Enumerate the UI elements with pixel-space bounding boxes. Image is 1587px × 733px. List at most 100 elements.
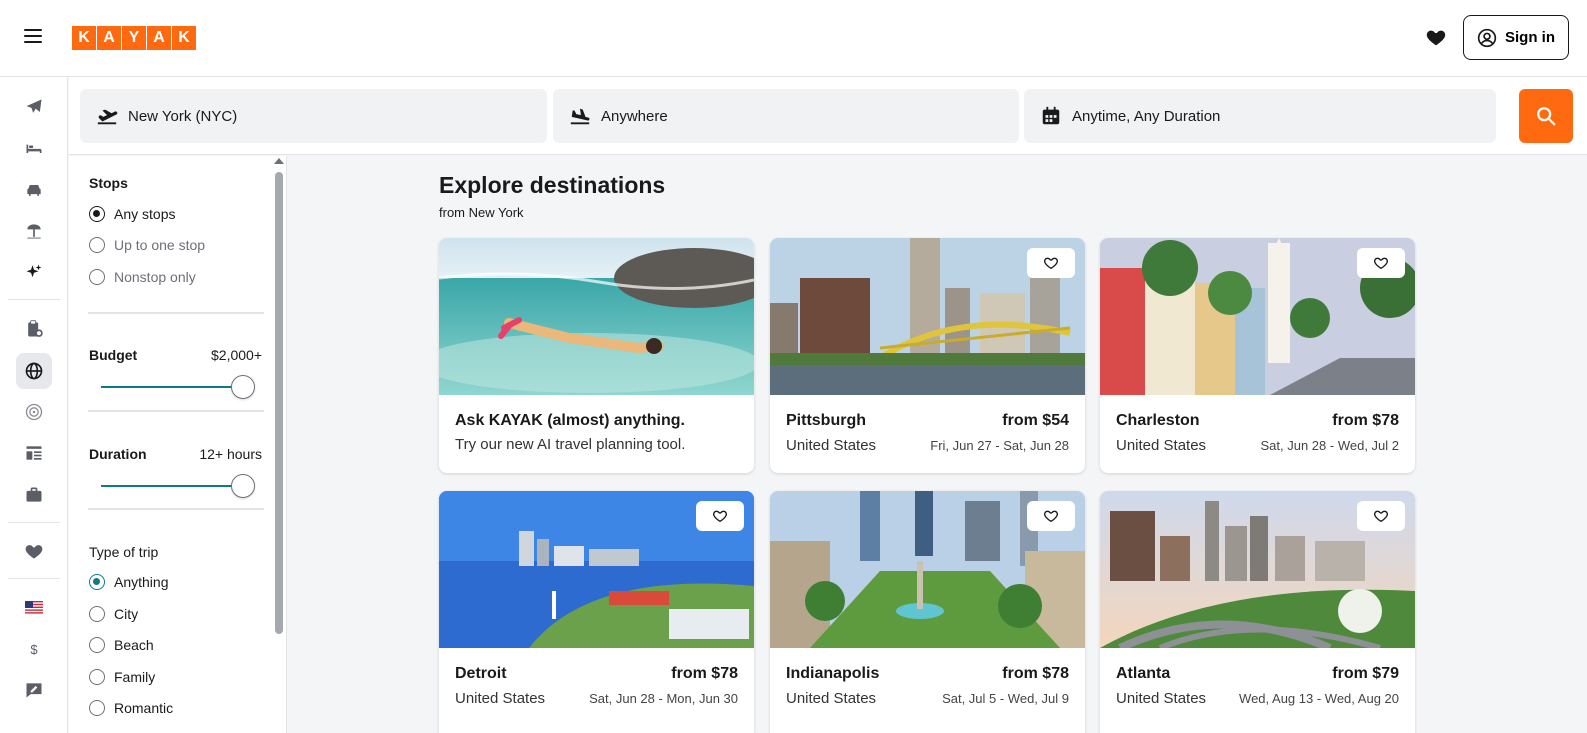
duration-slider-track[interactable] bbox=[101, 485, 243, 487]
sign-in-label: Sign in bbox=[1505, 29, 1555, 46]
plane-landing-icon bbox=[570, 108, 590, 125]
stops-option-any[interactable]: Any stops bbox=[89, 206, 175, 222]
logo-letter: Y bbox=[122, 26, 146, 50]
promo-description: Try our new AI travel planning tool. bbox=[455, 436, 686, 453]
destination-city: Charleston bbox=[1116, 412, 1200, 429]
destination-dates: Wed, Aug 13 - Wed, Aug 20 bbox=[1239, 691, 1399, 706]
destination-dates: Sat, Jun 28 - Wed, Jul 2 bbox=[1260, 438, 1400, 453]
duration-value: 12+ hours bbox=[199, 446, 262, 462]
destination-country: United States bbox=[786, 437, 877, 454]
save-heart-button[interactable] bbox=[1027, 501, 1075, 531]
sparkle-icon[interactable] bbox=[16, 254, 52, 290]
trip-type-family[interactable]: Family bbox=[89, 669, 155, 685]
budget-slider-track[interactable] bbox=[101, 386, 243, 388]
radar-icon[interactable] bbox=[16, 394, 52, 430]
destination-price: from $78 bbox=[671, 665, 738, 682]
bed-icon[interactable] bbox=[16, 130, 52, 166]
page-title: Explore destinations bbox=[439, 172, 666, 198]
trip-type-title: Type of trip bbox=[89, 544, 159, 560]
filter-scrollbar[interactable] bbox=[275, 172, 283, 634]
currency-label: $ bbox=[30, 641, 38, 657]
sign-in-button[interactable]: Sign in bbox=[1463, 15, 1569, 60]
destination-card[interactable]: Indianapolis from $78 United States Sat,… bbox=[770, 491, 1085, 733]
page-subtitle: from New York bbox=[439, 205, 524, 220]
dates-field[interactable]: Anytime, Any Duration bbox=[1024, 89, 1496, 143]
destination-card[interactable]: Detroit from $78 United States Sat, Jun … bbox=[439, 491, 754, 733]
stops-title: Stops bbox=[89, 175, 128, 191]
snorkel-photo bbox=[439, 238, 754, 395]
heart-outline-icon bbox=[1374, 510, 1388, 523]
clipboard-icon[interactable] bbox=[16, 311, 52, 347]
search-bar: New York (NYC) Anywhere Anytime, Any Dur… bbox=[69, 77, 1587, 155]
list-icon[interactable] bbox=[16, 435, 52, 471]
calendar-icon bbox=[1042, 106, 1060, 125]
destination-price: from $79 bbox=[1332, 665, 1399, 682]
destination-country: United States bbox=[786, 690, 877, 707]
destination-city: Detroit bbox=[455, 665, 507, 682]
save-heart-button[interactable] bbox=[1357, 248, 1405, 278]
destination-price: from $78 bbox=[1002, 665, 1069, 682]
save-heart-button[interactable] bbox=[696, 501, 744, 531]
filter-panel: Stops Any stops Up to one stop Nonstop o… bbox=[69, 156, 287, 733]
destination-country: United States bbox=[455, 690, 546, 707]
promo-title: Ask KAYAK (almost) anything. bbox=[455, 412, 685, 429]
destination-card[interactable]: Charleston from $78 United States Sat, J… bbox=[1100, 238, 1415, 473]
destination-city: Indianapolis bbox=[786, 665, 880, 682]
destination-city: Pittsburgh bbox=[786, 412, 866, 429]
logo-letter: A bbox=[97, 26, 121, 50]
trip-type-romantic[interactable]: Romantic bbox=[89, 700, 173, 716]
heart-icon[interactable] bbox=[16, 533, 52, 569]
trip-type-city[interactable]: City bbox=[89, 606, 138, 622]
logo-letter: K bbox=[172, 26, 196, 50]
destination-value: Anywhere bbox=[601, 107, 668, 125]
left-nav-rail: $ bbox=[0, 77, 68, 733]
menu-icon[interactable] bbox=[24, 29, 42, 43]
heart-outline-icon bbox=[1044, 257, 1058, 270]
search-button[interactable] bbox=[1519, 89, 1573, 143]
stops-option-one[interactable]: Up to one stop bbox=[89, 237, 205, 253]
trip-type-anything[interactable]: Anything bbox=[89, 574, 168, 590]
origin-value: New York (NYC) bbox=[128, 107, 238, 125]
top-header: K A Y A K Sign in bbox=[0, 0, 1587, 77]
trip-type-beach[interactable]: Beach bbox=[89, 637, 154, 653]
briefcase-icon[interactable] bbox=[16, 477, 52, 513]
destination-country: United States bbox=[1116, 690, 1207, 707]
ai-promo-card[interactable]: Ask KAYAK (almost) anything. Try our new… bbox=[439, 238, 754, 473]
user-circle-icon bbox=[1477, 28, 1497, 47]
dollar-icon[interactable]: $ bbox=[16, 631, 52, 667]
logo-letter: K bbox=[72, 26, 96, 50]
beach-umbrella-icon[interactable] bbox=[16, 213, 52, 249]
plane-icon[interactable] bbox=[16, 89, 52, 125]
logo-letter: A bbox=[147, 26, 171, 50]
heart-outline-icon bbox=[1374, 257, 1388, 270]
origin-field[interactable]: New York (NYC) bbox=[80, 89, 547, 143]
us-flag-icon[interactable] bbox=[16, 589, 52, 625]
destination-price: from $78 bbox=[1332, 412, 1399, 429]
heart-icon[interactable] bbox=[1425, 26, 1447, 48]
save-heart-button[interactable] bbox=[1357, 501, 1405, 531]
kayak-logo[interactable]: K A Y A K bbox=[72, 26, 196, 50]
duration-slider-handle[interactable] bbox=[231, 474, 255, 498]
destination-dates: Sat, Jul 5 - Wed, Jul 9 bbox=[942, 691, 1069, 706]
destination-price: from $54 bbox=[1002, 412, 1069, 429]
destination-dates: Sat, Jun 28 - Mon, Jun 30 bbox=[589, 691, 738, 706]
budget-value: $2,000+ bbox=[211, 347, 262, 363]
destination-card[interactable]: Atlanta from $79 United States Wed, Aug … bbox=[1100, 491, 1415, 733]
destination-city: Atlanta bbox=[1116, 665, 1171, 682]
save-heart-button[interactable] bbox=[1027, 248, 1075, 278]
globe-icon[interactable] bbox=[16, 353, 52, 389]
plane-takeoff-icon bbox=[97, 109, 118, 125]
stops-option-nonstop[interactable]: Nonstop only bbox=[89, 269, 196, 285]
destination-dates: Fri, Jun 27 - Sat, Jun 28 bbox=[930, 438, 1069, 453]
destination-card[interactable]: Pittsburgh from $54 United States Fri, J… bbox=[770, 238, 1085, 473]
destination-field[interactable]: Anywhere bbox=[553, 89, 1019, 143]
feedback-icon[interactable] bbox=[16, 672, 52, 708]
budget-slider-handle[interactable] bbox=[231, 375, 255, 399]
scroll-up-arrow[interactable] bbox=[274, 158, 284, 164]
heart-outline-icon bbox=[1044, 510, 1058, 523]
car-icon[interactable] bbox=[16, 172, 52, 208]
destination-country: United States bbox=[1116, 437, 1207, 454]
duration-title: Duration bbox=[89, 446, 147, 462]
search-icon bbox=[1537, 107, 1556, 126]
budget-title: Budget bbox=[89, 347, 138, 363]
